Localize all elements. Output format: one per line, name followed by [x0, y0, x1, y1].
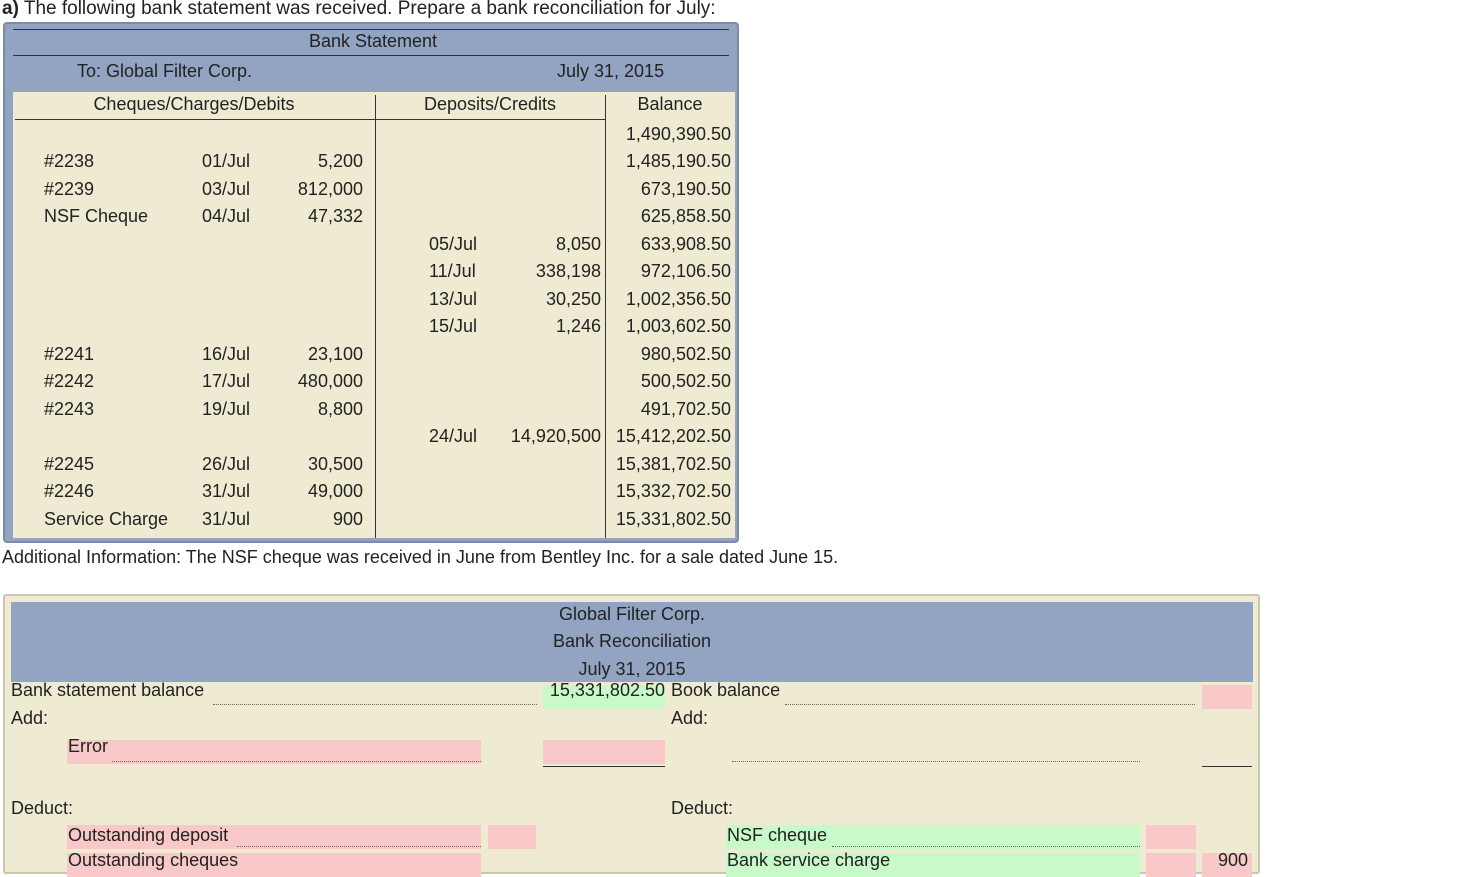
bank-balance-label: Bank statement balance	[11, 680, 205, 700]
row-debit-amount: 5,200	[317, 151, 363, 171]
deduct-label-left: Deduct:	[11, 798, 74, 818]
reconciliation-header: Global Filter Corp. Bank Reconciliation …	[11, 602, 1253, 682]
left-deduct-item2: Outstanding cheques	[68, 850, 239, 870]
divider	[13, 55, 729, 56]
row-description: Service Charge	[44, 508, 169, 529]
row-debit-amount: 812,000	[297, 178, 363, 199]
reconciliation-date: July 31, 2015	[578, 659, 686, 679]
bank-reconciliation: Global Filter Corp. Bank Reconciliation …	[3, 594, 1260, 877]
row-balance: 972,106.50	[640, 261, 731, 281]
row-balance: 491,702.50	[640, 398, 731, 419]
row-description: #2241	[44, 343, 95, 364]
row-balance: 1,485,190.50	[625, 151, 731, 171]
leader-dots	[832, 846, 1140, 847]
right-deduct-amount-input[interactable]	[1146, 825, 1196, 849]
add-label-left: Add:	[11, 708, 49, 728]
row-balance: 625,858.50	[640, 206, 731, 226]
statement-title: Bank Statement	[308, 31, 438, 51]
row-debit-amount: 900	[332, 508, 363, 529]
add-label-right: Add:	[671, 708, 709, 728]
left-add-amount-input[interactable]	[543, 740, 665, 764]
row-balance: 15,331,802.50	[615, 508, 731, 529]
right-deduct-total: 900	[1217, 850, 1248, 870]
left-deduct-amount-input[interactable]	[488, 825, 536, 849]
statement-table: Cheques/Charges/Debits Deposits/Credits …	[13, 92, 735, 538]
bank-statement: Bank Statement To: Global Filter Corp. J…	[3, 22, 739, 543]
row-credit-amount: 30,250	[545, 288, 601, 309]
leader-dots	[112, 761, 481, 762]
row-balance: 15,412,202.50	[615, 426, 731, 446]
leader-dots	[237, 846, 481, 847]
header-credits: Deposits/Credits	[423, 94, 557, 114]
row-balance: 1,003,602.50	[625, 316, 731, 336]
statement-date: July 31, 2015	[557, 61, 665, 81]
company-name: Global Filter Corp.	[558, 604, 706, 624]
row-description: #2243	[44, 398, 95, 419]
deduct-label-right: Deduct:	[671, 798, 734, 818]
row-credit-amount: 1,246	[555, 316, 601, 336]
right-add-item-line[interactable]	[732, 761, 1140, 762]
row-balance: 500,502.50	[640, 371, 731, 391]
leader-dots	[213, 704, 537, 705]
book-balance-label: Book balance	[671, 680, 781, 700]
row-description: #2239	[44, 178, 95, 199]
header-divider	[15, 119, 605, 120]
row-credit-amount: 8,050	[555, 233, 601, 254]
header-debits: Cheques/Charges/Debits	[93, 94, 295, 114]
row-debit-amount: 47,332	[307, 206, 363, 226]
row-debit-amount: 8,800	[317, 398, 363, 419]
right-deduct-item2: Bank service charge	[727, 850, 891, 870]
row-balance: 673,190.50	[640, 178, 731, 199]
right-deduct-amount2-input[interactable]	[1146, 853, 1196, 877]
header-balance: Balance	[637, 94, 703, 114]
row-balance: 1,002,356.50	[625, 288, 731, 309]
row-balance: 15,332,702.50	[615, 481, 731, 501]
row-debit-amount: 480,000	[297, 371, 363, 391]
statement-recipient: To: Global Filter Corp.	[77, 61, 253, 81]
row-balance: 633,908.50	[640, 233, 731, 254]
row-debit-amount: 23,100	[307, 343, 363, 364]
right-deduct-item: NSF cheque	[727, 825, 828, 845]
row-description: NSF Cheque	[44, 206, 149, 226]
divider	[13, 29, 729, 30]
row-balance: 980,502.50	[640, 343, 731, 364]
row-description: #2246	[44, 481, 95, 501]
bank-balance-value: 15,331,802.50	[549, 680, 665, 700]
row-description: #2242	[44, 371, 95, 391]
book-balance-input[interactable]	[1202, 685, 1252, 709]
additional-info: Additional Information: The NSF cheque w…	[2, 547, 839, 567]
row-debit-amount: 30,500	[307, 453, 363, 474]
left-add-item: Error	[68, 736, 108, 756]
left-deduct-item: Outstanding deposit	[68, 825, 229, 845]
reconciliation-title: Bank Reconciliation	[552, 631, 712, 651]
row-debit-amount: 49,000	[307, 481, 363, 501]
total-underline	[1202, 766, 1252, 767]
row-description: #2245	[44, 453, 95, 474]
question-heading: a) The following bank statement was rece…	[2, 0, 716, 19]
row-description: #2238	[44, 151, 95, 171]
opening-balance: 1,490,390.50	[625, 124, 731, 144]
row-balance: 15,381,702.50	[615, 453, 731, 474]
row-credit-amount: 14,920,500	[510, 426, 601, 446]
leader-dots	[785, 704, 1195, 705]
row-credit-amount: 338,198	[535, 261, 601, 281]
column-divider	[375, 95, 376, 538]
total-underline	[543, 766, 665, 767]
